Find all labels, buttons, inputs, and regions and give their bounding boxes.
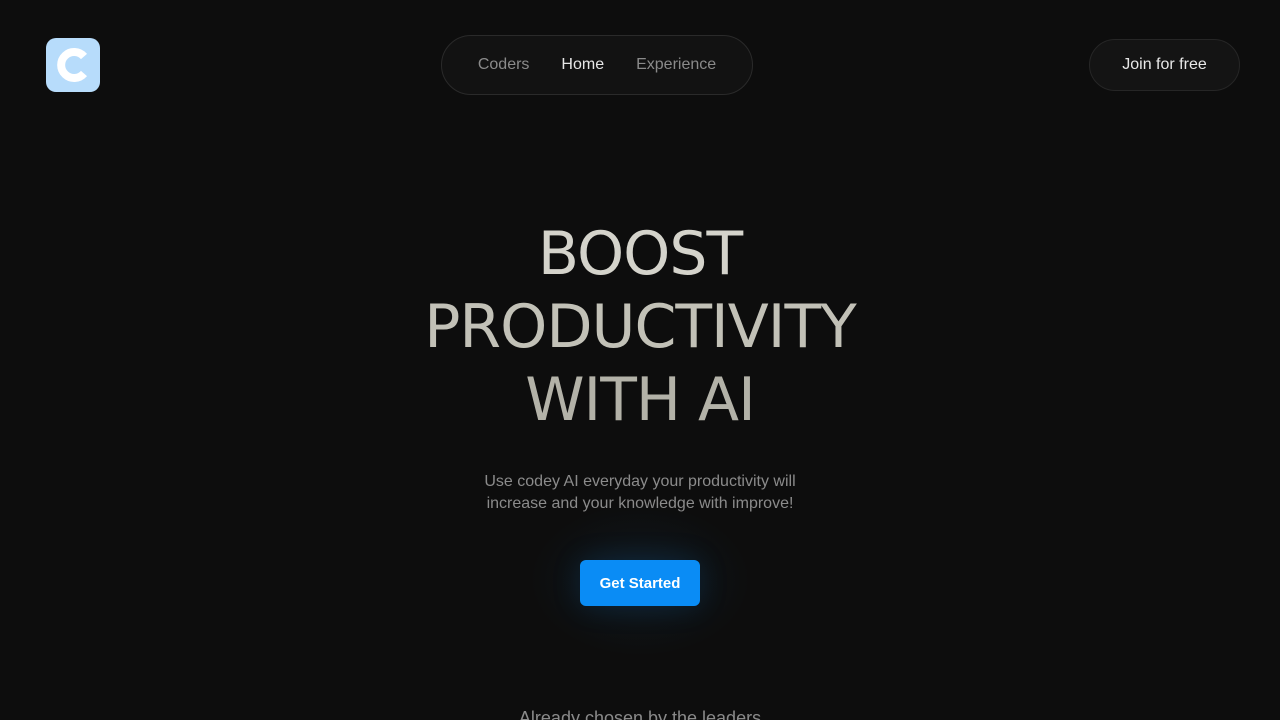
- nav-item-coders[interactable]: Coders: [478, 56, 530, 74]
- hero-title-line: BOOST: [537, 219, 743, 289]
- join-for-free-button[interactable]: Join for free: [1089, 39, 1240, 91]
- brand-logo[interactable]: [46, 38, 100, 92]
- landing-page: Coders Home Experience Join for free BOO…: [0, 0, 1280, 720]
- hero-subtitle-line: Use codey AI everyday your productivity …: [484, 473, 796, 490]
- hero-title-line: WITH AI: [525, 365, 756, 435]
- main-nav: Coders Home Experience: [441, 35, 753, 95]
- get-started-button[interactable]: Get Started: [580, 560, 700, 606]
- leaders-heading: Already chosen by the leaders: [518, 708, 762, 720]
- hero-title: BOOST PRODUCTIVITY WITH AI: [0, 218, 1280, 437]
- nav-item-home[interactable]: Home: [561, 56, 604, 74]
- letter-c-logo-icon: [57, 48, 88, 82]
- hero-title-line: PRODUCTIVITY: [424, 292, 857, 362]
- nav-item-experience[interactable]: Experience: [636, 56, 716, 74]
